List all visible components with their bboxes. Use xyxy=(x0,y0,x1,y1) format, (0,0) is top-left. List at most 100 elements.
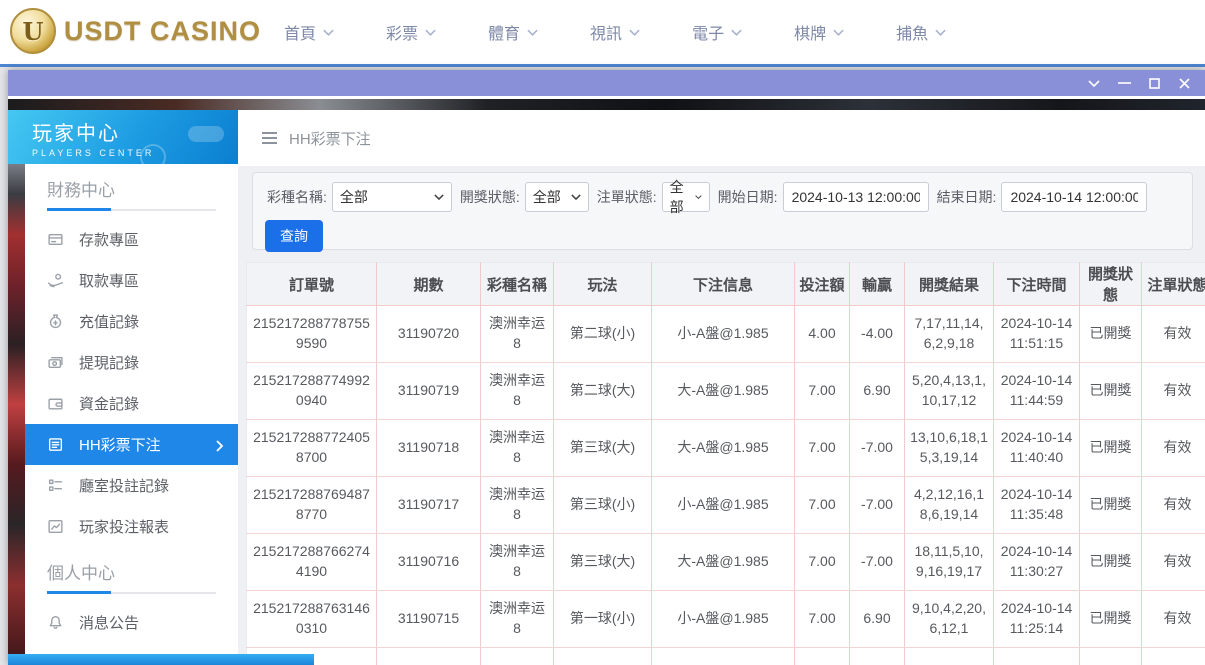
nav-item-label: 捕魚 xyxy=(896,20,928,44)
chevron-down-icon xyxy=(527,29,538,36)
table-cell: 第三球(大) xyxy=(554,420,652,477)
column-header: 玩法 xyxy=(554,263,652,306)
end-date-input[interactable] xyxy=(1001,182,1147,212)
breadcrumb: HH彩票下注 xyxy=(238,110,1205,166)
table-cell: 2024-10-14 11:40:40 xyxy=(994,420,1080,477)
table-cell: 澳洲幸运8 xyxy=(481,591,554,648)
section-divider xyxy=(47,592,216,594)
table-cell: 已開獎 xyxy=(1080,477,1142,534)
column-header: 期數 xyxy=(377,263,481,306)
sidebar-item-label: 存款專區 xyxy=(79,229,139,250)
sidebar-item[interactable]: 充值記錄 xyxy=(25,301,238,342)
lottery-list-icon xyxy=(47,436,64,453)
column-header: 彩種名稱 xyxy=(481,263,554,306)
maximize-button[interactable] xyxy=(1139,70,1169,96)
column-header: 開獎狀態 xyxy=(1080,263,1142,306)
start-date-label: 開始日期: xyxy=(718,187,778,207)
table-cell: 已開獎 xyxy=(1080,306,1142,363)
table-cell: 2024-10-14 11:30:27 xyxy=(994,534,1080,591)
sidebar-item[interactable]: 存款專區 xyxy=(25,219,238,260)
chevron-down-icon xyxy=(695,194,702,200)
nav-item[interactable]: 捕魚 xyxy=(896,20,946,44)
table-cell: 大-A盤@1.985 xyxy=(652,534,795,591)
table-cell xyxy=(795,648,850,665)
nav-item-label: 彩票 xyxy=(386,20,418,44)
start-date-input[interactable] xyxy=(783,182,929,212)
draw-status-select[interactable]: 全部 xyxy=(525,182,589,212)
table-cell: 13,10,6,18,15,3,19,14 xyxy=(905,420,994,477)
sidebar-item[interactable]: 廳室投註記錄 xyxy=(25,465,238,506)
table-cell: 2024-10-14 11:44:59 xyxy=(994,363,1080,420)
table-cell: -7.00 xyxy=(850,420,905,477)
nav-item-label: 體育 xyxy=(488,20,520,44)
sidebar-item[interactable]: 取款專區 xyxy=(25,260,238,301)
nav-item[interactable]: 棋牌 xyxy=(794,20,844,44)
nav-item[interactable]: 彩票 xyxy=(386,20,436,44)
sidebar-subtitle: PLAYERS CENTER xyxy=(32,148,238,158)
chevron-down-icon xyxy=(323,29,334,36)
withdraw-hand-icon xyxy=(47,272,64,289)
table-cell xyxy=(554,648,652,665)
chevron-down-icon xyxy=(935,29,946,36)
sidebar-item[interactable]: 消息公告 xyxy=(25,602,238,643)
chevron-down-icon xyxy=(571,194,581,200)
chevron-down-icon xyxy=(833,29,844,36)
nav-item[interactable]: 視訊 xyxy=(590,20,640,44)
table-row: 215217288769487877031190717澳洲幸运8第三球(小)小-… xyxy=(247,477,1205,534)
minimize-button[interactable] xyxy=(1109,70,1139,96)
collapse-button[interactable] xyxy=(1079,70,1109,96)
select-value: 全部 xyxy=(533,187,561,207)
top-nav: 首頁 彩票 體育 視訊 電子 棋牌 捕魚 xyxy=(258,0,972,64)
table-cell: -7.00 xyxy=(850,477,905,534)
table-cell: 31190716 xyxy=(377,534,481,591)
chevron-down-icon xyxy=(629,29,640,36)
table-cell: 7.00 xyxy=(795,363,850,420)
sidebar-section-title: 財務中心 xyxy=(25,164,238,203)
close-icon xyxy=(1179,78,1190,89)
column-header: 輸贏 xyxy=(850,263,905,306)
table-cell: 2152172887787559590 xyxy=(247,306,377,363)
funds-wallet-icon xyxy=(47,395,64,412)
background-photo-strip xyxy=(8,164,25,665)
sidebar-item-label: 廳室投註記錄 xyxy=(79,475,169,496)
table-row: 215217288763146031031190715澳洲幸运8第一球(小)小-… xyxy=(247,591,1205,648)
top-bar: U USDT CASINO 首頁 彩票 體育 視訊 電子 棋牌 捕魚 xyxy=(0,0,1205,64)
menu-icon[interactable] xyxy=(262,132,277,144)
table-cell xyxy=(850,648,905,665)
bet-table-wrap: 訂單號期數彩種名稱玩法下注信息投注額輸贏開獎結果下注時間開獎狀態注單狀態 215… xyxy=(246,262,1205,665)
table-cell: -7.00 xyxy=(850,534,905,591)
table-row: 215217288766274419031190716澳洲幸运8第三球(大)大-… xyxy=(247,534,1205,591)
nav-item[interactable]: 體育 xyxy=(488,20,538,44)
report-chart-icon xyxy=(47,518,64,535)
table-cell: 澳洲幸运8 xyxy=(481,534,554,591)
sidebar-item[interactable]: 提現記錄 xyxy=(25,342,238,383)
table-cell: 31190717 xyxy=(377,477,481,534)
table-cell xyxy=(994,648,1080,665)
table-cell: 7.00 xyxy=(795,534,850,591)
table-cell: 已開獎 xyxy=(1080,420,1142,477)
sidebar-section-title: 個人中心 xyxy=(25,547,238,586)
brand-logo[interactable]: U USDT CASINO xyxy=(10,8,261,54)
sidebar-item[interactable]: 資金記錄 xyxy=(25,383,238,424)
lottery-name-select[interactable]: 全部 xyxy=(332,182,452,212)
table-cell xyxy=(1142,648,1205,665)
nav-item-label: 首頁 xyxy=(284,20,316,44)
nav-item[interactable]: 首頁 xyxy=(284,20,334,44)
sidebar: 財務中心存款專區取款專區充值記錄提現記錄資金記錄HH彩票下注廳室投註記錄玩家投注… xyxy=(25,164,238,665)
close-button[interactable] xyxy=(1169,70,1199,96)
search-button[interactable]: 查詢 xyxy=(265,220,323,252)
nav-item[interactable]: 電子 xyxy=(692,20,742,44)
lottery-name-label: 彩種名稱: xyxy=(267,187,327,207)
column-header: 下注信息 xyxy=(652,263,795,306)
logo-text: USDT CASINO xyxy=(64,16,261,47)
draw-status-label: 開獎狀態: xyxy=(460,187,520,207)
chevron-down-icon xyxy=(731,29,742,36)
table-row: 215217288772405870031190718澳洲幸运8第三球(大)大-… xyxy=(247,420,1205,477)
order-status-select[interactable]: 全部 xyxy=(662,182,710,212)
end-date-label: 結束日期: xyxy=(937,187,997,207)
sidebar-item[interactable]: HH彩票下注 xyxy=(25,424,238,465)
sidebar-item[interactable]: 玩家投注報表 xyxy=(25,506,238,547)
bottom-banner-strip xyxy=(8,654,314,665)
table-cell: 有效 xyxy=(1142,591,1205,648)
table-cell: 第二球(小) xyxy=(554,306,652,363)
